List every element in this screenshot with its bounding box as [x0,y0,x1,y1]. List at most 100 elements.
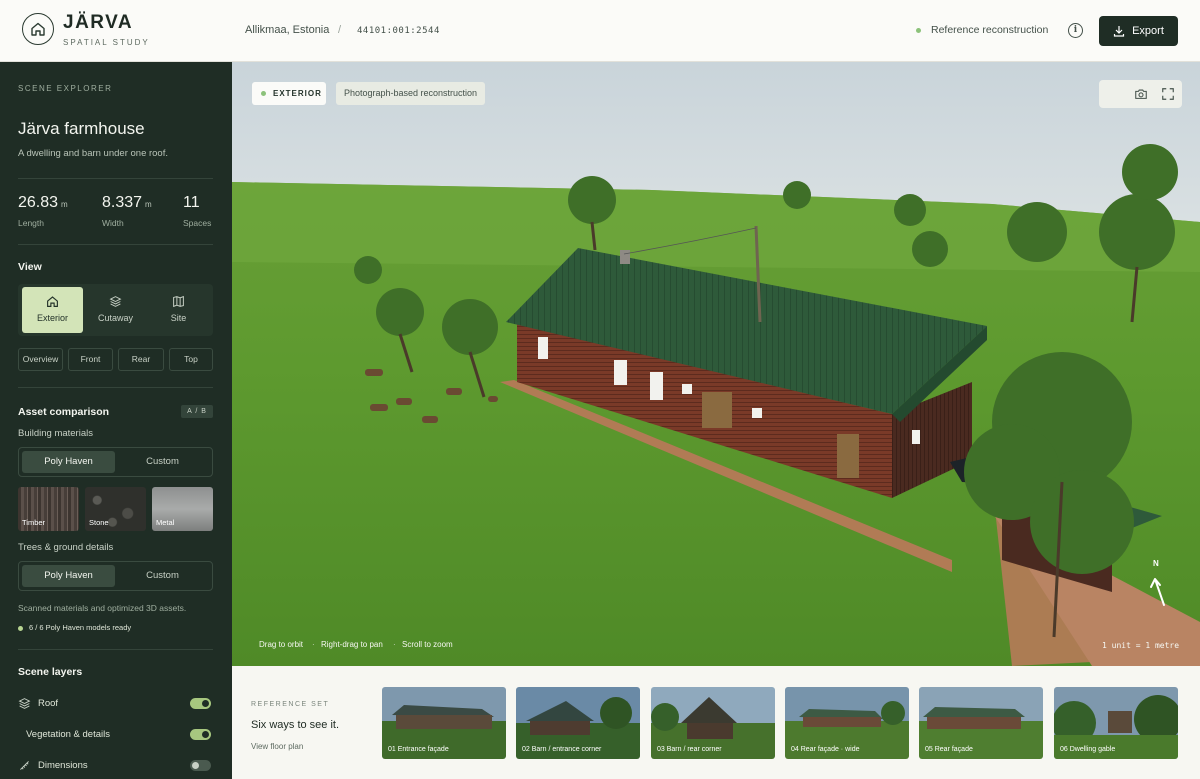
camera-rear-button[interactable]: Rear [118,348,164,371]
materials-option-polyhaven[interactable]: Poly Haven [22,451,115,473]
scene-subtitle: A dwelling and barn under one roof. [18,148,168,159]
reference-thumb[interactable]: 05 Rear façade [919,687,1043,759]
roof-toggle[interactable] [190,698,211,709]
info-icon[interactable]: i [1068,23,1083,38]
stat-spaces: 11 Spaces [183,194,211,228]
thumb-caption: 03 Barn / rear corner [657,746,722,753]
stat-label: Width [102,218,124,228]
download-icon [1113,26,1125,37]
camera-overview-button[interactable]: Overview [18,348,63,371]
breadcrumb-separator: / [338,24,342,36]
ab-badge: A / B [181,405,213,418]
scale-indicator: 1 unit = 1 metre [1102,641,1180,650]
vegetation-toggle[interactable] [190,729,211,740]
dimensions-toggle[interactable] [190,760,211,771]
house-icon [47,296,58,307]
ready-status: 6 / 6 Poly Haven models ready [29,623,132,632]
view-mode-switch: Exterior Cutaway Site [18,284,213,336]
farmhouse-3d-render [232,62,1200,666]
view-site[interactable]: Site [148,287,209,333]
trees-option-custom[interactable]: Custom [116,565,209,587]
thumb-caption: 06 Dwelling gable [1060,746,1116,753]
materials-label: Building materials [18,428,93,439]
thumb-caption: 05 Rear façade [925,746,973,753]
arrow-up-icon [1150,578,1165,606]
export-button[interactable]: Export [1099,16,1178,46]
camera-icon[interactable] [1134,87,1148,101]
materials-switch: Poly Haven Custom [18,447,213,477]
scene-layers-title: Scene layers [18,666,83,678]
layer-label: Vegetation & details [26,729,110,740]
materials-option-custom[interactable]: Custom [116,451,209,473]
stat-value: 8.337 [102,194,143,211]
asset-note: Scanned materials and optimized 3D asset… [18,603,187,613]
house-icon[interactable] [22,13,54,45]
trees-label: Trees & ground details [18,542,114,553]
layer-vegetation: Vegetation & details [18,728,213,742]
asset-comparison-title: Asset comparison [18,406,110,418]
reference-thumb[interactable]: 06 Dwelling gable [1054,687,1178,759]
swatch-label: Metal [156,518,175,527]
divider [18,649,213,650]
divider [18,178,213,179]
viewport-toolbar [1099,80,1182,108]
stat-value: 26.83 [18,194,59,211]
floor-plan-link[interactable]: View floor plan [251,742,303,751]
swatch-stone[interactable]: Stone [85,487,146,531]
scene-title: Järva farmhouse [18,119,145,138]
layers-icon [109,296,122,307]
layer-roof: Roof [18,697,213,711]
hint-orbit: Drag to orbit [259,640,304,649]
swatch-timber[interactable]: Timber [18,487,79,531]
view-exterior[interactable]: Exterior [22,287,83,333]
thumb-caption: 04 Rear façade · wide [791,746,860,753]
scene-viewport[interactable]: EXTERIOR Photograph-based reconstruction… [232,62,1200,666]
swatch-label: Timber [22,518,46,527]
hint-zoom: Scroll to zoom [402,640,453,649]
status-text: Reference reconstruction [931,24,1049,36]
ready-dot [18,626,23,631]
stat-unit: m [145,200,152,209]
view-cutaway[interactable]: Cutaway [85,287,146,333]
stat-width: 8.337 m Width [102,194,152,228]
view-label: Site [170,313,187,323]
swatch-label: Stone [89,518,109,527]
view-label: Cutaway [97,313,133,323]
thumb-caption: 02 Barn / entrance corner [522,746,602,753]
camera-front-button[interactable]: Front [68,348,113,371]
location-text: Allikmaa, Estonia [245,24,330,36]
stat-unit: m [61,200,68,209]
thumb-caption: 01 Entrance façade [388,746,449,753]
camera-top-button[interactable]: Top [169,348,213,371]
reference-thumb[interactable]: 04 Rear façade · wide [785,687,909,759]
divider [18,244,213,245]
layer-label: Dimensions [38,760,88,771]
trees-switch: Poly Haven Custom [18,561,213,591]
reference-thumb[interactable]: 02 Barn / entrance corner [516,687,640,759]
stat-label: Length [18,218,44,228]
trees-option-polyhaven[interactable]: Poly Haven [22,565,115,587]
reference-title: Six ways to see it. [251,719,340,731]
view-section-title: View [18,261,42,273]
ruler-icon [20,761,29,770]
north-label: N [1153,559,1159,568]
hint-separator: · [312,640,315,649]
north-arrow: N [1147,559,1169,609]
layers-icon [18,698,31,709]
description-chip: Photograph-based reconstruction [336,82,485,105]
stat-length: 26.83 m Length [18,194,68,228]
mode-chip: EXTERIOR [252,82,326,105]
fullscreen-icon[interactable] [1161,87,1175,101]
layer-label: Roof [38,698,59,709]
swatch-metal[interactable]: Metal [152,487,213,531]
divider [18,387,213,388]
reference-kicker: REFERENCE SET [251,701,330,708]
stat-label: Spaces [183,218,212,228]
export-label: Export [1132,25,1164,37]
parcel-id: 44101:001:2544 [357,26,440,36]
hint-separator: · [393,640,396,649]
brand-subtitle: SPATIAL STUDY [63,38,150,47]
reference-thumb[interactable]: 03 Barn / rear corner [651,687,775,759]
reference-thumb[interactable]: 01 Entrance façade [382,687,506,759]
stat-value: 11 [183,194,200,211]
